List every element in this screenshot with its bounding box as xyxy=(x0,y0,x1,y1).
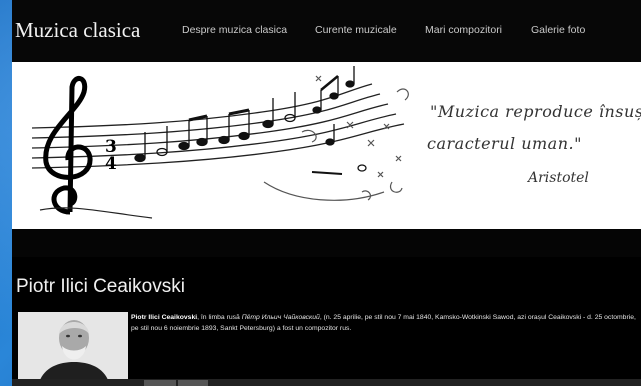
treble-clef-icon xyxy=(43,76,93,215)
article-bio: Piotr Ilici Ceaikovski, în limba rusă Пё… xyxy=(131,312,641,334)
header-banner: 3 4 "Muzica reproduce însuși caracterul … xyxy=(12,62,641,229)
quote-author: Aristotel xyxy=(528,170,589,186)
quote-line-2: caracterul uman." xyxy=(427,134,582,153)
bottom-button-1[interactable] xyxy=(144,380,176,386)
nav-item-despre-muzica-clasica[interactable]: Despre muzica clasica xyxy=(182,24,287,36)
quote-line-1: "Muzica reproduce însuși xyxy=(430,102,641,121)
article-title: Piotr Ilici Ceaikovski xyxy=(16,276,185,297)
nav-item-galerie-foto[interactable]: Galerie foto xyxy=(531,24,585,36)
bottom-button-2[interactable] xyxy=(178,380,208,386)
bio-name: Piotr Ilici Ceaikovski xyxy=(131,314,198,321)
main-nav: Despre muzica clasica Curente muzicale M… xyxy=(12,24,641,40)
bio-russian-name: Пётр Ильич Чайковский xyxy=(241,314,320,321)
bio-text-1: , în limba rusă xyxy=(197,314,242,321)
nav-item-curente-muzicale[interactable]: Curente muzicale xyxy=(315,24,397,36)
bottom-scrollbar[interactable] xyxy=(12,379,641,386)
divider-bar xyxy=(12,229,641,257)
composer-portrait xyxy=(18,312,128,386)
nav-item-mari-compozitori[interactable]: Mari compozitori xyxy=(425,24,502,36)
time-signature-bottom: 4 xyxy=(105,154,117,174)
page-container: Muzica clasica Despre muzica clasica Cur… xyxy=(12,0,641,386)
site-header: Muzica clasica Despre muzica clasica Cur… xyxy=(12,0,641,62)
